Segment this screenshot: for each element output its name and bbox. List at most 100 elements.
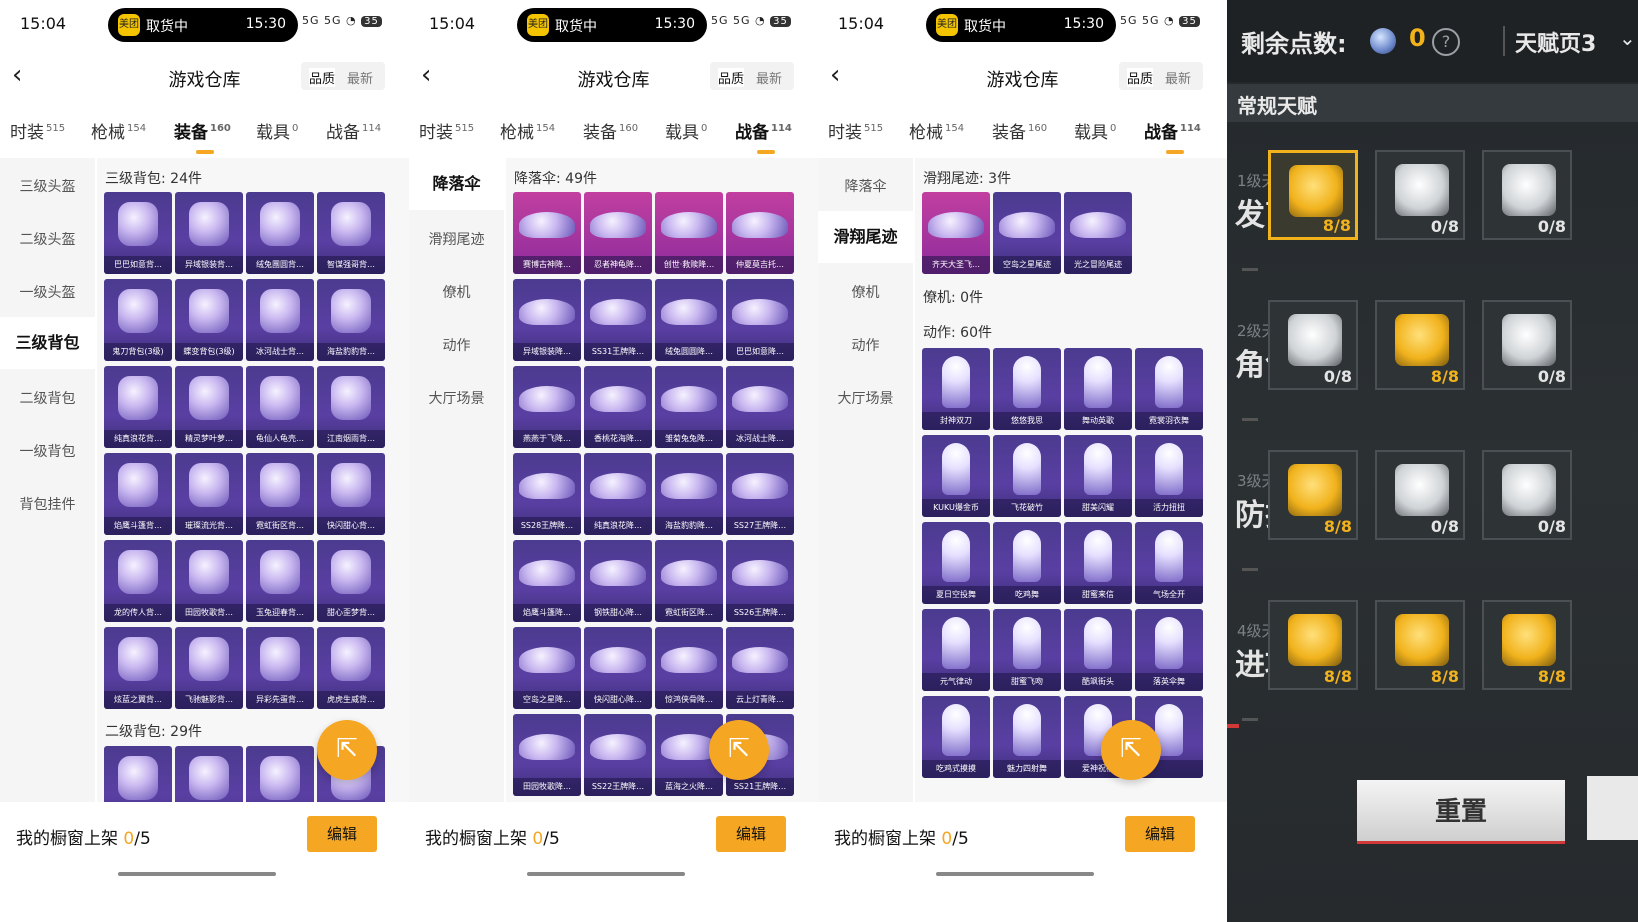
tab-0[interactable]: 时装 515 <box>10 118 65 143</box>
tab-2[interactable]: 装备 160 <box>992 118 1047 143</box>
edit-button[interactable]: 编辑 <box>307 816 377 852</box>
chevron-down-icon[interactable]: ⌄ <box>1619 26 1636 50</box>
live-activity-pill[interactable]: 美团 取货中 15:30 <box>926 8 1116 42</box>
item-card[interactable]: 飞花破竹 <box>993 435 1061 517</box>
sort-latest-button[interactable]: 最新 <box>756 68 782 87</box>
tab-2[interactable]: 装备 160 <box>174 118 231 154</box>
sidebar-item[interactable]: 降落伞 <box>818 176 913 196</box>
item-card[interactable]: 蝶变背包(3级) <box>175 279 243 361</box>
item-card[interactable]: 光之冒险尾迹 <box>1064 192 1132 274</box>
item-card[interactable]: 赛博古神降… <box>513 192 581 274</box>
item-card[interactable]: 雏菊兔兔降… <box>655 366 723 448</box>
talent-tile[interactable]: 8/8 <box>1375 600 1465 690</box>
talent-tile[interactable]: 0/8 <box>1375 450 1465 540</box>
item-card[interactable]: 封神双刀 <box>922 348 990 430</box>
item-card[interactable]: 冰河战士降… <box>726 366 794 448</box>
item-card[interactable]: 巴巴如意背… <box>104 192 172 274</box>
item-card[interactable]: 落英伞舞 <box>1135 609 1203 691</box>
item-card[interactable]: 齐天大圣飞… <box>922 192 990 274</box>
item-card[interactable]: 舞动英歌 <box>1064 348 1132 430</box>
item-card[interactable]: 绒兔圆圆降… <box>655 279 723 361</box>
tab-2[interactable]: 装备 160 <box>583 118 638 143</box>
item-card[interactable]: 霓裳羽衣舞 <box>1135 348 1203 430</box>
item-card[interactable]: 龙的传人背… <box>104 540 172 622</box>
edit-button[interactable]: 编辑 <box>1125 816 1195 852</box>
item-card[interactable]: 吃鸡式摸摸 <box>922 696 990 778</box>
tab-3[interactable]: 载具 0 <box>665 118 707 143</box>
tab-4[interactable]: 战备 114 <box>735 118 792 154</box>
edit-button[interactable]: 编辑 <box>716 816 786 852</box>
sidebar-item[interactable]: 僚机 <box>409 282 504 302</box>
item-card[interactable]: 飞驰魅影背… <box>175 627 243 709</box>
item-card[interactable]: 元气律动 <box>922 609 990 691</box>
talent-tile[interactable]: 8/8 <box>1268 150 1358 240</box>
item-card[interactable]: 魅力四射舞 <box>993 696 1061 778</box>
item-card[interactable]: SS27王牌降… <box>726 453 794 535</box>
item-card[interactable]: 惊鸿侠骨降… <box>655 627 723 709</box>
item-card[interactable]: SS26王牌降… <box>726 540 794 622</box>
item-card[interactable]: 忍者神龟降… <box>584 192 652 274</box>
item-card[interactable]: 智谋强哥背… <box>317 192 385 274</box>
sidebar-item[interactable]: 动作 <box>409 335 504 355</box>
sidebar-item[interactable]: 动作 <box>818 335 913 355</box>
talent-tile[interactable]: 8/8 <box>1482 600 1572 690</box>
item-card[interactable]: 甜心歪梦背… <box>317 540 385 622</box>
talent-tile[interactable]: 0/8 <box>1482 150 1572 240</box>
sort-quality-button[interactable]: 品质 <box>718 68 745 87</box>
item-card[interactable] <box>175 746 243 802</box>
tab-1[interactable]: 枪械 154 <box>91 118 146 143</box>
item-card[interactable]: 璀璨流光背… <box>175 453 243 535</box>
item-card[interactable]: 甜蜜来信 <box>1064 522 1132 604</box>
item-card[interactable]: 海盐豹豹降… <box>655 453 723 535</box>
item-card[interactable]: 仲夏莫吉托… <box>726 192 794 274</box>
item-card[interactable]: 异彩先蛋背… <box>246 627 314 709</box>
item-card[interactable]: SS22王牌降… <box>584 714 652 796</box>
talent-page-select[interactable]: 天赋页3 <box>1515 26 1596 58</box>
help-icon[interactable]: ? <box>1432 28 1460 56</box>
sidebar-item[interactable]: 背包挂件 <box>0 494 95 514</box>
item-card[interactable]: 焰鹰斗篷降… <box>513 540 581 622</box>
share-fab-button[interactable]: ⇱ <box>317 720 377 780</box>
item-card[interactable]: 鬼刀背包(3级) <box>104 279 172 361</box>
home-indicator[interactable] <box>527 872 685 876</box>
sort-latest-button[interactable]: 最新 <box>347 68 373 87</box>
item-card[interactable]: 海盐豹豹背… <box>317 279 385 361</box>
share-fab-button[interactable]: ⇱ <box>709 720 769 780</box>
item-card[interactable]: 创世·救赎降… <box>655 192 723 274</box>
talent-tile[interactable]: 0/8 <box>1482 300 1572 390</box>
sidebar-item[interactable]: 大厅场景 <box>818 388 913 408</box>
item-card[interactable] <box>104 746 172 802</box>
item-card[interactable]: 夏日空投舞 <box>922 522 990 604</box>
item-card[interactable]: 钢铁甜心降… <box>584 540 652 622</box>
talent-tile[interactable]: 0/8 <box>1375 150 1465 240</box>
tab-1[interactable]: 枪械 154 <box>500 118 555 143</box>
item-card[interactable]: 快闪甜心背… <box>317 453 385 535</box>
sort-quality-button[interactable]: 品质 <box>1127 68 1154 87</box>
live-activity-pill[interactable]: 美团 取货中 15:30 <box>517 8 707 42</box>
sort-latest-button[interactable]: 最新 <box>1165 68 1191 87</box>
item-card[interactable]: 巴巴如意降… <box>726 279 794 361</box>
item-card[interactable]: 虎虎生威背… <box>317 627 385 709</box>
tab-0[interactable]: 时装 515 <box>419 118 474 143</box>
item-card[interactable] <box>246 746 314 802</box>
item-card[interactable]: 甜美闪耀 <box>1064 435 1132 517</box>
item-card[interactable]: 云上灯青降… <box>726 627 794 709</box>
talent-tile[interactable]: 8/8 <box>1375 300 1465 390</box>
item-card[interactable]: 香桃花海降… <box>584 366 652 448</box>
tab-1[interactable]: 枪械 154 <box>909 118 964 143</box>
sidebar-item[interactable]: 大厅场景 <box>409 388 504 408</box>
item-card[interactable]: 炫蓝之翼背… <box>104 627 172 709</box>
item-card[interactable]: 悠悠我思 <box>993 348 1061 430</box>
home-indicator[interactable] <box>936 872 1094 876</box>
home-indicator[interactable] <box>118 872 276 876</box>
secondary-button[interactable] <box>1587 776 1638 840</box>
item-card[interactable]: 田园牧歌背… <box>175 540 243 622</box>
item-card[interactable]: 冰河战士背… <box>246 279 314 361</box>
tab-3[interactable]: 载具 0 <box>256 118 298 143</box>
tab-0[interactable]: 时装 515 <box>828 118 883 143</box>
sidebar-item[interactable]: 二级头盔 <box>0 229 95 249</box>
item-card[interactable]: 甜蜜飞吻 <box>993 609 1061 691</box>
tab-4[interactable]: 战备 114 <box>1144 118 1201 154</box>
item-card[interactable]: 空岛之星尾迹 <box>993 192 1061 274</box>
item-card[interactable]: KUKU爆金币 <box>922 435 990 517</box>
